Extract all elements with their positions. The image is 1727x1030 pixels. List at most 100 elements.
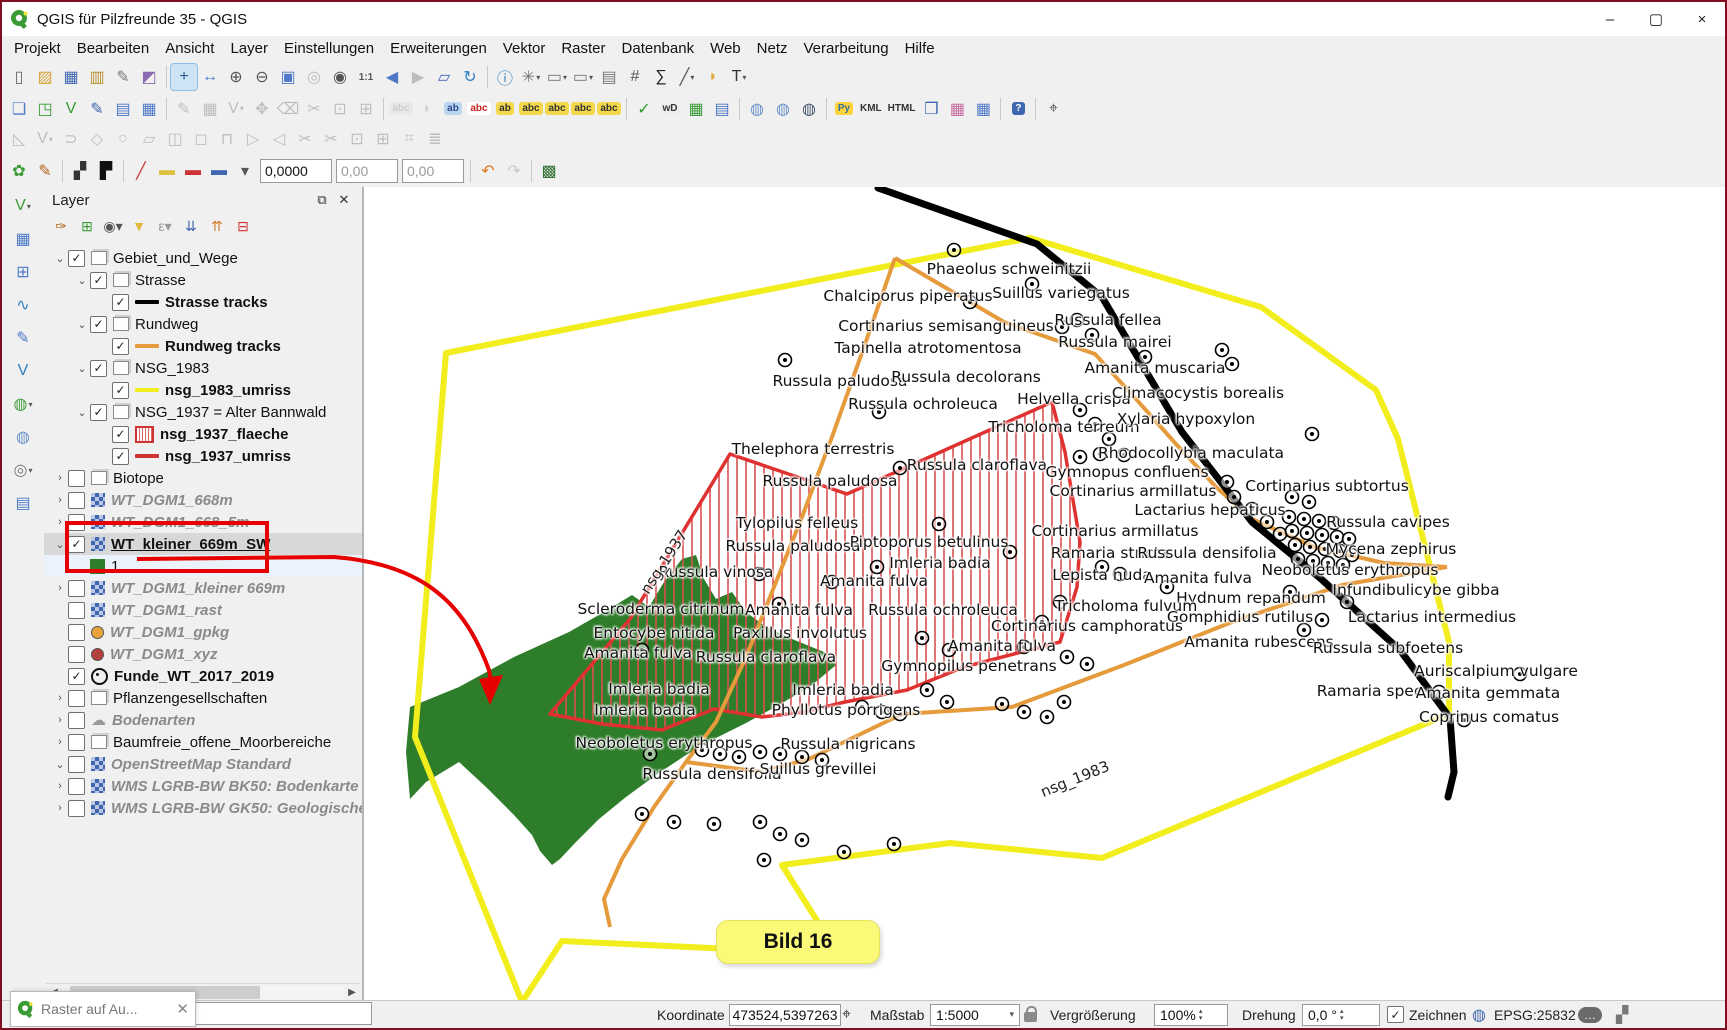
add-ring-icon[interactable]: ▱ [136, 126, 162, 152]
dropdown-caret-icon[interactable]: ▾ [232, 158, 258, 184]
layer-checkbox[interactable] [68, 734, 85, 751]
save-edits-icon[interactable]: ▦ [197, 96, 223, 122]
open-layer-styling-icon[interactable]: ✑ [50, 215, 72, 237]
digitize-value-field[interactable]: 0,00 [336, 159, 398, 183]
layer-row-strasse[interactable]: ⌄✓Strasse [44, 269, 362, 291]
metasearch-globe-2-icon[interactable]: ◍ [770, 96, 796, 122]
layer-row-wms-lgrb-bw-gk50-geologische-k[interactable]: ›WMS LGRB-BW GK50: Geologische K [44, 797, 362, 819]
menu-ansicht[interactable]: Ansicht [157, 37, 222, 60]
field-calculator-icon[interactable]: # [622, 64, 648, 90]
scroll-right-icon[interactable]: ▶ [344, 987, 360, 998]
menu-projekt[interactable]: Projekt [6, 37, 69, 60]
vertex-editor-icon[interactable]: V▾ [32, 126, 58, 152]
layer-row-funde-wt-2017-2019[interactable]: ✓Funde_WT_2017_2019 [44, 665, 362, 687]
layer-styling-pencil-icon[interactable]: ✎ [32, 158, 58, 184]
layer-row-strasse-tracks[interactable]: ✓Strasse tracks [44, 291, 362, 313]
delete-ring-icon[interactable]: ⊓ [214, 126, 240, 152]
eraser-blue-icon[interactable]: ▬ [206, 158, 232, 184]
refresh-icon[interactable]: ↻ [457, 64, 483, 90]
layer-checkbox[interactable]: ✓ [90, 360, 107, 377]
manage-map-themes-icon[interactable]: ◉▾ [102, 215, 124, 237]
redo-button-icon[interactable]: ↷ [501, 158, 527, 184]
crs-globe-icon[interactable]: ◍ [1472, 1001, 1486, 1028]
label-ab-pinned-icon[interactable]: ab [440, 96, 466, 122]
draw-pencil-yellow-icon[interactable]: ▬ [154, 158, 180, 184]
layer-checkbox[interactable]: ✓ [90, 272, 107, 289]
label-abc-yellow-4-icon[interactable]: abc [596, 96, 622, 122]
grid-add-icon[interactable]: ⊞ [10, 259, 36, 285]
layer-row-nsg-1983-umriss[interactable]: ✓nsg_1983_umriss [44, 379, 362, 401]
digitize-value-field[interactable]: 0,00 [402, 159, 464, 183]
label-balloon-disabled-icon[interactable]: ◗ [414, 96, 440, 122]
eraser-red-icon[interactable]: ▬ [180, 158, 206, 184]
maximize-button[interactable]: ▢ [1633, 2, 1679, 36]
rings-tool-icon[interactable]: ◎▾ [10, 457, 36, 483]
reshape-features-icon[interactable]: ◁ [266, 126, 292, 152]
layer-checkbox[interactable] [68, 712, 85, 729]
raster-tool-green-icon[interactable]: ▦ [683, 96, 709, 122]
vertex-tool-icon[interactable]: V▾ [223, 96, 249, 122]
menu-bearbeiten[interactable]: Bearbeiten [69, 37, 158, 60]
menu-layer[interactable]: Layer [222, 37, 276, 60]
move-features-icon[interactable]: ⊃ [58, 126, 84, 152]
expander-icon[interactable]: › [52, 714, 68, 726]
zoom-native-icon[interactable]: 1:1 [353, 64, 379, 90]
db-table-icon[interactable]: ▤ [10, 490, 36, 516]
split-parts-icon[interactable]: ✂ [318, 126, 344, 152]
menu-raster[interactable]: Raster [553, 37, 613, 60]
save-project-as-icon[interactable]: ▥ [84, 64, 110, 90]
pencil-blue-icon[interactable]: ✎ [10, 325, 36, 351]
crs-value[interactable]: EPSG:25832 [1494, 1001, 1576, 1028]
layer-row-nsg-1937-umriss[interactable]: ✓nsg_1937_umriss [44, 445, 362, 467]
layer-row-nsg-1937-alter-bannwald[interactable]: ⌄✓NSG_1937 = Alter Bannwald [44, 401, 362, 423]
toggle-editing-icon[interactable]: ✎ [171, 96, 197, 122]
move-feature-icon[interactable]: ✥ [249, 96, 275, 122]
rotate-feature-icon[interactable]: ◇ [84, 126, 110, 152]
merge-attributes-icon[interactable]: ⊞ [370, 126, 396, 152]
layer-row-gebiet-und-wege[interactable]: ⌄✓Gebiet_und_Wege [44, 247, 362, 269]
label-abc-yellow-2-icon[interactable]: abc [544, 96, 570, 122]
open-attribute-table-icon[interactable]: ▤ [596, 64, 622, 90]
layer-row-openstreetmap-standard[interactable]: ⌄OpenStreetMap Standard [44, 753, 362, 775]
label-abc-disabled-icon[interactable]: abc [388, 96, 414, 122]
coordinate-field[interactable]: 473524,5397263 [729, 1004, 841, 1026]
rotate-point-symbols-icon[interactable]: ⌗ [396, 126, 422, 152]
mouse-position-icon[interactable]: ⌖ [842, 1001, 851, 1028]
paste-features-icon[interactable]: ⊞ [353, 96, 379, 122]
layer-checkbox[interactable] [68, 646, 85, 663]
layer-checkbox[interactable] [68, 514, 85, 531]
layer-checkbox[interactable]: ✓ [112, 294, 129, 311]
layer-checkbox[interactable]: ✓ [112, 338, 129, 355]
processing-toolbox-green-icon[interactable]: ✿ [6, 158, 32, 184]
layer-checkbox[interactable]: ✓ [68, 536, 85, 553]
menu-vektor[interactable]: Vektor [495, 37, 554, 60]
advanced-digitizing-icon[interactable]: ◺ [6, 126, 32, 152]
crosshair-tool-icon[interactable]: ⌖ [1040, 96, 1066, 122]
table-blue-icon[interactable]: ▦ [970, 96, 996, 122]
expander-icon[interactable]: ⌄ [52, 758, 68, 771]
expander-icon[interactable]: ⌄ [52, 538, 68, 551]
simplify-feature-icon[interactable]: ○ [110, 126, 136, 152]
expander-icon[interactable]: › [52, 582, 68, 594]
layer-row-rundweg-tracks[interactable]: ✓Rundweg tracks [44, 335, 362, 357]
layer-checkbox[interactable]: ✓ [68, 668, 85, 685]
hook-tool-icon[interactable]: ∿ [10, 292, 36, 318]
zoom-last-icon[interactable]: ◀ [379, 64, 405, 90]
expander-icon[interactable]: ⌄ [52, 252, 68, 265]
layer-row-wt-dgm1-kleiner-669m[interactable]: ›WT_DGM1_kleiner 669m [44, 577, 362, 599]
add-vector-layer-icon[interactable]: V [58, 96, 84, 122]
select-features-icon[interactable]: ▭▾ [544, 64, 570, 90]
raster-image-tool-icon[interactable]: ▩ [536, 158, 562, 184]
zoom-next-icon[interactable]: ▶ [405, 64, 431, 90]
layer-row-biotope[interactable]: ›Biotope [44, 467, 362, 489]
label-abc-yellow-1-icon[interactable]: abc [518, 96, 544, 122]
menu-hilfe[interactable]: Hilfe [897, 37, 943, 60]
zoom-out-icon[interactable]: ⊖ [249, 64, 275, 90]
map-tips-icon[interactable]: ◗ [700, 64, 726, 90]
wd-plugin-icon[interactable]: wD [657, 96, 683, 122]
layer-checkbox[interactable] [68, 492, 85, 509]
expander-icon[interactable]: › [52, 780, 68, 792]
grid-pink-icon[interactable]: ▦ [944, 96, 970, 122]
undo-button-icon[interactable]: ↶ [475, 158, 501, 184]
georeferencer-person-icon[interactable]: ▞ [67, 158, 93, 184]
